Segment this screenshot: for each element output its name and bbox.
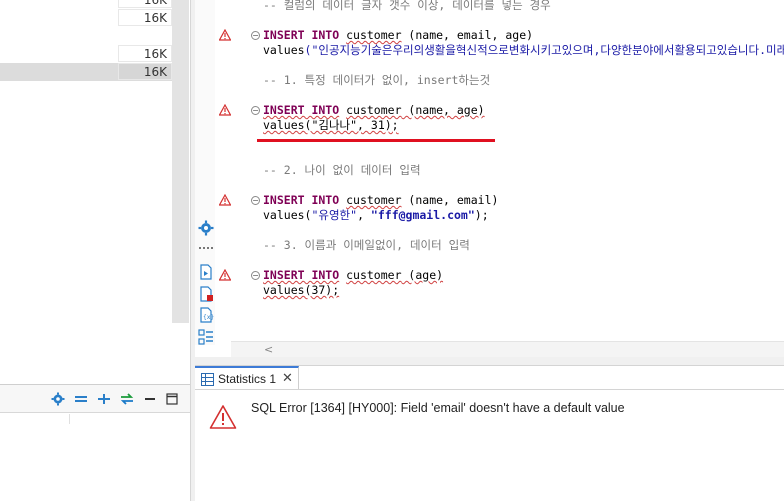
more-icon[interactable] [198,240,214,249]
variables-icon[interactable]: {x} [198,307,214,323]
string-literal: "fff@gmail.com" [370,208,475,222]
table-name: customer [346,268,402,282]
table-icon [201,373,214,389]
tab-statistics[interactable]: Statistics 1 ✕ [195,366,299,389]
values-keyword: values( [263,208,312,222]
separator: , [357,208,371,222]
fold-toggle[interactable]: − [251,196,260,205]
code-line: INSERT INTO customer (age) [263,268,443,283]
code-comment: -- 컬럼의 데이터 글자 갯수 이상, 데이터를 넣는 경우 [263,0,551,12]
file-size: 16K [118,0,172,8]
string-literal: "유영한" [311,208,358,222]
warning-icon[interactable] [218,28,232,41]
panel-sash[interactable] [195,357,784,365]
code-line-values: values(37); [263,283,340,297]
code-line-values: values("김나나", 31); [263,118,399,132]
code-line: INSERT INTO customer (name, email, age) [263,28,533,43]
annotation-ruler [215,0,247,345]
code-comment: -- 1. 특정 데이터가 없이, insert하는것 [263,73,491,87]
code-line: values("유영한", "fff@gmail.com"); [263,208,489,223]
fold-toggle[interactable]: − [251,271,260,280]
error-icon [209,404,237,430]
code-line: values("인공지능기술은우리의생활을혁신적으로변화시키고있으며,다양한분야… [263,43,784,58]
warning-icon[interactable] [218,268,232,281]
execute-script-icon[interactable] [198,264,214,280]
column-list: (name, age) [401,103,485,117]
svg-text:{x}: {x} [203,314,214,321]
column-list: (name, email) [401,193,499,207]
table-name: customer [346,103,402,117]
code-line: INSERT INTO customer (name, email) [263,193,498,208]
warning-icon[interactable] [218,193,232,206]
close-icon[interactable]: ✕ [282,371,293,386]
keyword: INSERT INTO [263,28,340,42]
gear-icon[interactable] [198,220,214,236]
column-list: (name, email, age) [401,28,534,42]
warning-icon[interactable] [218,103,232,116]
results-panel: Statistics 1 ✕ SQL Error [1364] [HY000]:… [195,365,784,501]
document-error-icon[interactable] [198,286,214,302]
code-comment: -- 3. 이름과 이메일없이, 데이터 입력 [263,238,470,252]
column-separator [69,414,70,424]
vertical-scrollbar[interactable] [172,0,189,323]
horizontal-scrollbar[interactable] [231,341,784,357]
gear-icon[interactable] [51,392,65,406]
fold-toggle[interactable]: − [251,31,260,40]
table-name: customer [346,193,402,207]
tab-label: Statistics 1 [218,372,277,386]
keyword: INSERT INTO [263,193,340,207]
code-comment: -- 2. 나이 없이 데이터 입력 [263,163,421,177]
sql-editor[interactable]: -- 컬럼의 데이터 글자 갯수 이상, 데이터를 넣는 경우 − INSERT… [247,0,784,345]
add-filter-icon[interactable] [97,392,111,406]
panel-toolbar [0,385,190,413]
error-message: SQL Error [1364] [HY000]: Field 'email' … [251,401,625,415]
link-arrows-icon[interactable] [120,392,134,406]
highlight-underline [257,139,495,142]
keyword: INSERT INTO [263,103,340,117]
values-keyword: values [263,43,305,57]
file-size: 16K [118,9,172,26]
keyword: INSERT INTO [263,268,340,282]
column-list: (age) [401,268,444,282]
file-size: 16K [118,45,172,62]
statement-end: ); [474,208,489,222]
outline-icon[interactable] [198,329,214,345]
file-size: 16K [118,63,172,80]
minimize-icon[interactable] [143,392,157,406]
maximize-icon[interactable] [165,392,179,406]
table-name: customer [346,28,402,42]
string-literal: ("인공지능기술은우리의생활을혁신적으로변화시키고있으며,다양한분야에서활용되고… [304,43,784,57]
code-line: INSERT INTO customer (name, age) [263,103,485,118]
properties-panel [0,384,190,501]
scroll-left-button[interactable]: < [264,343,273,356]
fold-toggle[interactable]: − [251,106,260,115]
filter-icon[interactable] [74,392,88,406]
file-list-panel: 16K 16K 16K 16K [0,0,190,385]
tab-bar-line [195,389,784,390]
